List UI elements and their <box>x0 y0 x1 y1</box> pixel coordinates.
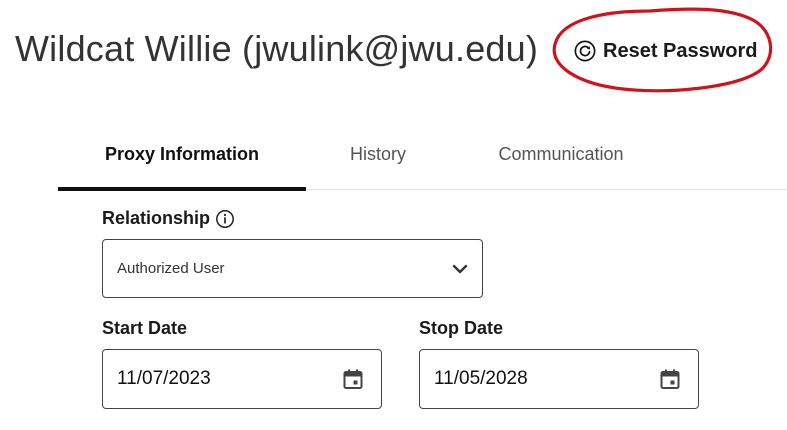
start-date-value: 11/07/2023 <box>117 368 211 389</box>
tab-bar: Proxy Information History Communication <box>58 120 787 191</box>
reset-icon <box>573 39 597 63</box>
start-date-input[interactable]: 11/07/2023 <box>102 349 382 409</box>
stop-date-input[interactable]: 11/05/2028 <box>419 349 699 409</box>
relationship-label-text: Relationship <box>102 208 211 228</box>
relationship-selected-value: Authorized User <box>117 260 225 277</box>
reset-password-label: Reset Password <box>603 39 758 62</box>
start-date-label: Start Date <box>102 318 188 338</box>
stop-date-value: 11/05/2028 <box>434 368 528 389</box>
tab-proxy-information[interactable]: Proxy Information <box>58 120 306 191</box>
relationship-label: Relationship <box>102 208 235 229</box>
reset-password-button[interactable]: Reset Password <box>573 34 758 68</box>
calendar-icon[interactable] <box>341 367 365 391</box>
tab-history[interactable]: History <box>328 120 428 189</box>
stop-date-label: Stop Date <box>419 318 504 338</box>
info-icon[interactable] <box>215 209 235 229</box>
relationship-select[interactable]: Authorized User <box>102 239 483 298</box>
page-title: Wildcat Willie (jwulink@jwu.edu) <box>15 28 539 69</box>
tab-communication[interactable]: Communication <box>476 120 646 189</box>
chevron-down-icon <box>450 259 470 279</box>
calendar-icon[interactable] <box>658 367 682 391</box>
